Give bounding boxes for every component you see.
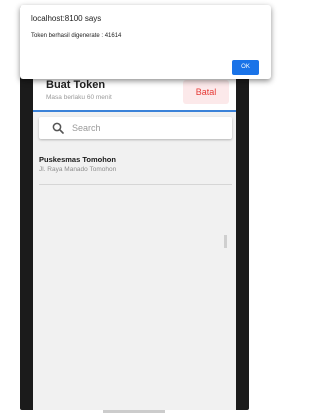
- content-area: Puskesmas Tomohon Jl. Raya Manado Tomoho…: [33, 112, 236, 410]
- cancel-button[interactable]: Batal: [183, 80, 229, 104]
- list-item-title: Puskesmas Tomohon: [39, 155, 116, 164]
- alert-dialog: localhost:8100 says Token berhasil digen…: [20, 5, 271, 79]
- list-item[interactable]: Puskesmas Tomohon Jl. Raya Manado Tomoho…: [39, 152, 232, 185]
- home-indicator: [103, 410, 165, 413]
- search-bar[interactable]: [39, 117, 232, 139]
- search-input[interactable]: [72, 117, 222, 139]
- ok-button[interactable]: OK: [232, 60, 259, 75]
- list-item-subtitle: Jl. Raya Manado Tomohon: [39, 166, 117, 173]
- page-subtitle: Masa berlaku 60 menit: [46, 94, 112, 101]
- side-button: [224, 235, 227, 248]
- search-icon: [52, 122, 64, 134]
- dialog-message: Token berhasil digenerate : 41614: [31, 33, 122, 39]
- page-title: Buat Token: [46, 79, 106, 91]
- dialog-title: localhost:8100 says: [31, 14, 102, 23]
